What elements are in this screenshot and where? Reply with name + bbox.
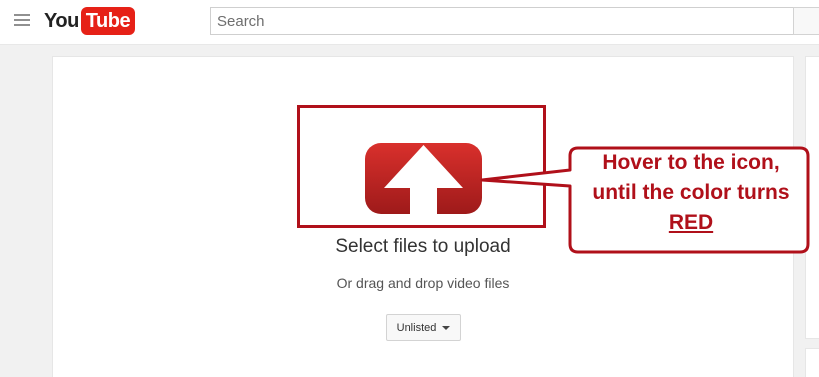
youtube-logo[interactable]: You Tube bbox=[44, 7, 136, 35]
logo-you-text: You bbox=[44, 9, 79, 32]
callout-line-3: RED bbox=[668, 211, 714, 234]
callout-text: Hover to the icon, until the color turns… bbox=[572, 148, 810, 252]
logo-tube-text: Tube bbox=[80, 7, 136, 35]
top-header: You Tube bbox=[0, 0, 819, 45]
drag-drop-hint: Or drag and drop video files bbox=[336, 275, 510, 291]
side-panel-lower bbox=[805, 348, 819, 377]
search-input[interactable] bbox=[210, 7, 794, 35]
privacy-dropdown[interactable]: Unlisted bbox=[386, 314, 461, 341]
callout-line-1: Hover to the icon, bbox=[602, 151, 780, 174]
search-button[interactable] bbox=[793, 7, 819, 35]
callout-line-2: until the color turns bbox=[592, 181, 790, 204]
hamburger-menu-icon[interactable] bbox=[14, 14, 30, 28]
privacy-value: Unlisted bbox=[396, 321, 437, 334]
caret-down-icon bbox=[442, 325, 451, 330]
